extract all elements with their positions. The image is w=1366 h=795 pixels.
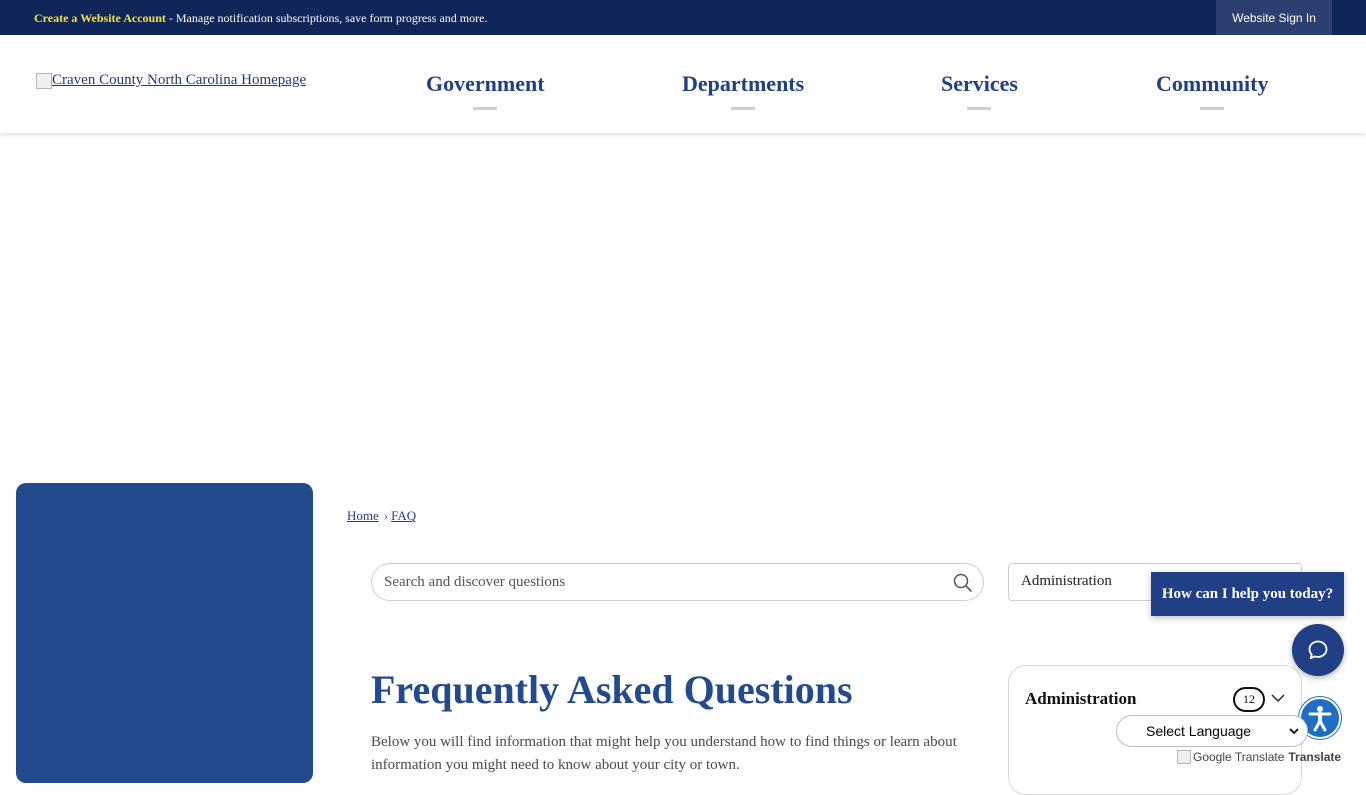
faq-search-input[interactable] bbox=[384, 572, 944, 592]
chat-prompt-bubble[interactable]: How can I help you today? bbox=[1151, 572, 1344, 616]
nav-label: Community bbox=[1156, 71, 1269, 96]
breadcrumb: Home › FAQ bbox=[347, 508, 416, 524]
broken-image-icon bbox=[1177, 750, 1191, 764]
nav-departments[interactable]: Departments bbox=[682, 71, 804, 110]
sidebar-panel bbox=[16, 483, 313, 783]
chevron-down-icon[interactable] bbox=[1271, 691, 1285, 705]
chat-open-button[interactable] bbox=[1292, 624, 1344, 676]
website-sign-in-button[interactable]: Website Sign In bbox=[1216, 0, 1332, 35]
chevron-down-icon bbox=[1289, 728, 1299, 735]
site-header: Craven County North Carolina Homepage Go… bbox=[0, 35, 1366, 133]
nav-label: Government bbox=[426, 71, 545, 96]
promo-text: - Manage notification subscriptions, sav… bbox=[165, 11, 488, 25]
breadcrumb-faq-link[interactable]: FAQ bbox=[391, 508, 416, 523]
google-translate-alt: Google Translate bbox=[1193, 750, 1285, 764]
nav-underline bbox=[967, 107, 992, 110]
category-card-title: Administration bbox=[1025, 689, 1137, 708]
homepage-logo-link[interactable]: Craven County North Carolina Homepage bbox=[36, 72, 306, 89]
nav-underline bbox=[473, 107, 498, 110]
question-count-badge: 12 bbox=[1233, 687, 1265, 712]
nav-label: Services bbox=[941, 71, 1018, 96]
page-title: Frequently Asked Questions bbox=[371, 667, 853, 712]
accessibility-icon bbox=[1308, 706, 1332, 732]
account-promo: Create a Website Account - Manage notifi… bbox=[34, 11, 487, 26]
breadcrumb-home-link[interactable]: Home bbox=[347, 508, 379, 523]
nav-community[interactable]: Community bbox=[1156, 71, 1268, 110]
faq-search-box bbox=[371, 563, 984, 601]
create-account-link[interactable]: Create a Website Account bbox=[34, 11, 166, 25]
language-select-label: Select Language bbox=[1146, 723, 1252, 739]
google-translate-credit[interactable]: Google Translate Translate bbox=[1177, 750, 1341, 764]
logo-alt-text: Craven County North Carolina Homepage bbox=[52, 72, 307, 88]
nav-underline bbox=[1200, 107, 1225, 110]
intro-text: Below you will find information that mig… bbox=[371, 734, 957, 773]
nav-services[interactable]: Services bbox=[941, 71, 1018, 110]
language-select[interactable]: Select Language bbox=[1116, 715, 1308, 747]
nav-label: Departments bbox=[682, 71, 805, 96]
nav-underline bbox=[731, 107, 756, 110]
translate-label: Translate bbox=[1288, 750, 1342, 764]
utility-bar: Create a Website Account - Manage notifi… bbox=[0, 0, 1366, 35]
chat-icon bbox=[1308, 640, 1328, 660]
broken-image-icon bbox=[36, 72, 52, 89]
nav-government[interactable]: Government bbox=[426, 71, 545, 110]
search-icon[interactable] bbox=[953, 573, 973, 593]
breadcrumb-separator: › bbox=[383, 508, 389, 523]
